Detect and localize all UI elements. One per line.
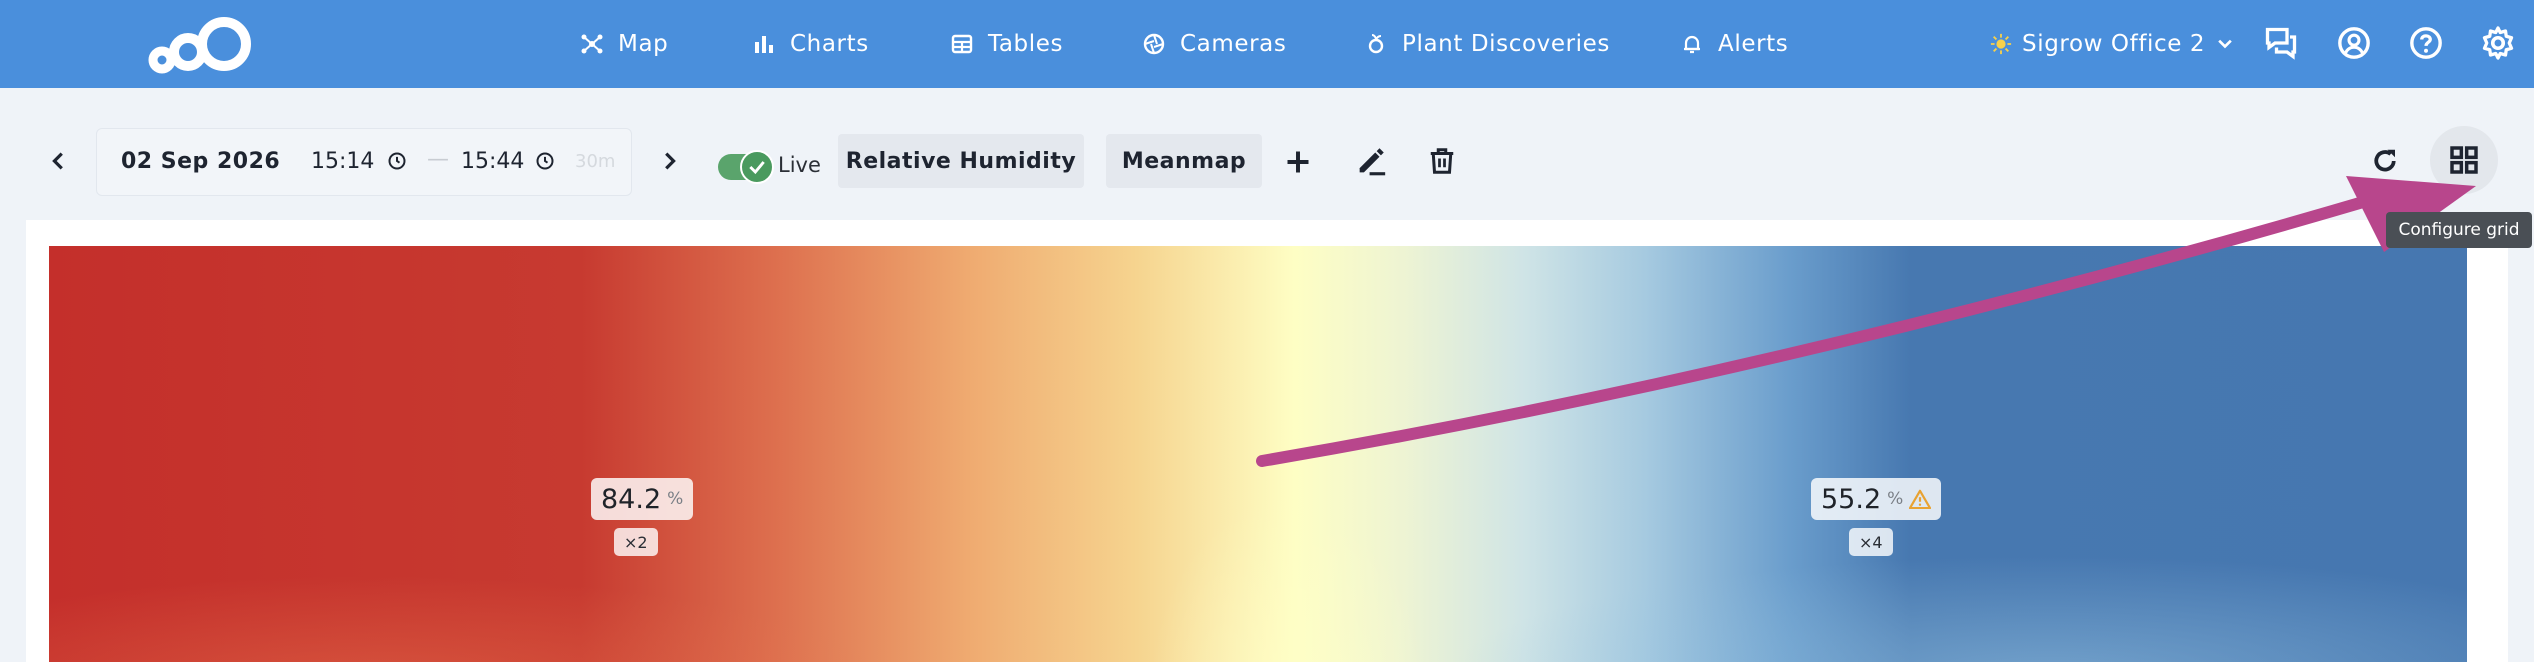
next-range-button[interactable] [652, 144, 686, 178]
zone-value-badge-low[interactable]: 55.2 % [1811, 478, 1942, 520]
live-toggle[interactable] [718, 150, 774, 184]
nav-cameras-label: Cameras [1180, 31, 1287, 57]
chevron-right-icon [665, 152, 676, 170]
zone-sensor-count-high: ×2 [614, 528, 658, 556]
nav-map-label: Map [618, 31, 669, 57]
nav-cameras[interactable]: Cameras [1142, 0, 1286, 88]
time-start[interactable]: 15:14 [311, 149, 374, 174]
map-network-icon [581, 34, 603, 54]
nav-tables[interactable]: Tables [950, 0, 1063, 88]
nav-alerts-label: Alerts [1718, 31, 1789, 57]
zone-value-badge-high[interactable]: 84.2 % [591, 478, 694, 520]
zone-value: 84.2 [601, 483, 662, 515]
previous-range-button[interactable] [42, 144, 76, 178]
configure-grid-tooltip: Configure grid [2386, 212, 2532, 248]
clock-icon [388, 152, 406, 170]
chevron-down-icon [2218, 39, 2232, 49]
user-circle-icon [2338, 27, 2370, 59]
zone-sensor-count-low: ×4 [1849, 528, 1893, 556]
zone-value: 55.2 [1821, 483, 1882, 515]
refresh-button[interactable] [2364, 140, 2406, 182]
date-value: 02 Sep 2026 [121, 149, 281, 174]
warning-triangle-icon [1909, 489, 1932, 509]
camera-aperture-icon [1143, 33, 1165, 55]
nav-charts[interactable]: Charts [752, 0, 869, 88]
time-separator: — [427, 147, 449, 172]
plus-icon [1287, 151, 1309, 173]
zone-unit: % [667, 489, 684, 509]
nav-alerts[interactable]: Alerts [1680, 0, 1788, 88]
refresh-icon [2374, 149, 2396, 172]
account-button[interactable] [2333, 22, 2375, 64]
zone-unit: % [1887, 489, 1904, 509]
check-icon [749, 161, 765, 175]
metric-selector[interactable]: Relative Humidity [838, 134, 1084, 188]
view-mode-selector[interactable]: Meanmap [1106, 134, 1262, 188]
nav-plant-discoveries-label: Plant Discoveries [1402, 31, 1611, 57]
add-button[interactable] [1278, 142, 1318, 182]
pen-icon [1359, 148, 1386, 176]
plant-icon [1368, 34, 1384, 54]
metric-label: Relative Humidity [845, 148, 1077, 174]
help-button[interactable] [2405, 22, 2447, 64]
configure-grid-button[interactable] [2430, 126, 2498, 194]
chat-bubbles-icon [2265, 27, 2297, 60]
delete-button[interactable] [1422, 140, 1462, 182]
nav-plant-discoveries[interactable]: Plant Discoveries [1364, 0, 1610, 88]
duration-label: 30m [575, 151, 616, 172]
office-name: Sigrow Office 2 [2022, 31, 2206, 57]
humidity-heatmap[interactable]: 84.2 % ×2 55.2 % ×4 [49, 246, 2467, 662]
toggle-knob [740, 150, 774, 184]
time-end[interactable]: 15:44 [461, 149, 524, 174]
grid-icon [2450, 146, 2478, 174]
question-circle-icon [2410, 27, 2442, 59]
gear-icon [2482, 26, 2514, 60]
nav-charts-label: Charts [790, 31, 869, 57]
sun-icon [1990, 33, 2012, 55]
chevron-left-icon [52, 152, 63, 170]
date-range-picker[interactable]: 02 Sep 2026 15:14 — 15:44 30m [96, 128, 632, 196]
toolbar: 02 Sep 2026 15:14 — 15:44 30m Live Relat… [0, 88, 2534, 220]
bar-chart-icon [755, 36, 773, 53]
office-selector[interactable]: Sigrow Office 2 [1990, 0, 2235, 88]
clock-icon [536, 152, 554, 170]
nav-tables-label: Tables [988, 31, 1064, 57]
edit-button[interactable] [1350, 140, 1392, 182]
messages-button[interactable] [2260, 22, 2302, 64]
nav-map[interactable]: Map [580, 0, 668, 88]
view-mode-label: Meanmap [1121, 148, 1247, 174]
bell-icon [1684, 35, 1700, 54]
live-label: Live [778, 153, 821, 177]
settings-button[interactable] [2477, 22, 2519, 64]
trash-icon [1430, 148, 1454, 174]
table-icon [951, 34, 973, 54]
top-nav-bar: Map Charts Tables Cameras Plant Discover… [0, 0, 2534, 88]
logo-icon[interactable] [140, 8, 258, 80]
